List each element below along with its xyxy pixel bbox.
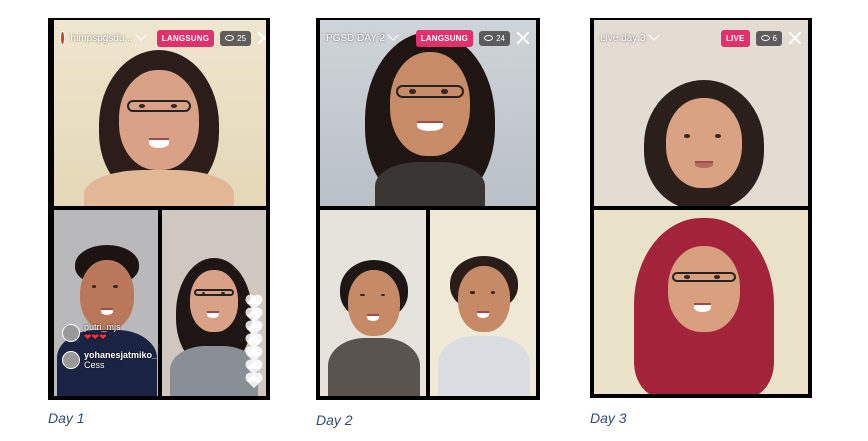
day2-guest2-video (430, 210, 536, 396)
chevron-down-icon[interactable] (647, 29, 660, 41)
viewer-count: 6 (755, 30, 782, 46)
day1-guest2-video (162, 210, 266, 396)
live-badge: LANGSUNG (415, 29, 474, 47)
day1-host-video: himpspgsdu... LANGSUNG 25 (54, 20, 266, 206)
day3-host-video: Live day 3 LIVE 6 (594, 20, 808, 206)
eye-icon (484, 35, 494, 41)
stream-title[interactable]: Live day 3 (600, 29, 660, 44)
day3-guest-video (594, 210, 808, 394)
eye-icon (760, 35, 770, 41)
day1-livestream-panel: himpspgsdu... LANGSUNG 25 putri_mjs ❤❤❤ (48, 18, 270, 400)
live-badge: LANGSUNG (156, 29, 215, 47)
viewer-count: 25 (220, 30, 252, 46)
day2-host-video: PGSD DAY 2 LANGSUNG 24 (320, 20, 536, 206)
chevron-down-icon[interactable] (135, 29, 147, 41)
eye-icon (225, 35, 235, 41)
stream-title[interactable]: PGSD DAY 2 (326, 29, 399, 44)
chevron-down-icon[interactable] (387, 29, 399, 41)
close-icon[interactable] (788, 31, 802, 45)
comment-text: ❤❤❤ (84, 332, 107, 342)
account-avatar[interactable] (60, 31, 65, 45)
commenter-avatar[interactable] (62, 323, 80, 342)
day2-caption: Day 2 (316, 412, 353, 428)
comment-username[interactable]: putri_mjs (84, 322, 121, 332)
account-name[interactable]: himpspgsdu... (71, 29, 147, 44)
day1-guest1-video: putri_mjs ❤❤❤ yohanesjatmiko_ Cess (54, 210, 158, 396)
day3-caption: Day 3 (590, 410, 627, 426)
reaction-hearts (246, 295, 262, 389)
heart-icon (246, 373, 262, 389)
comment-username[interactable]: yohanesjatmiko_ (84, 350, 157, 360)
day1-caption: Day 1 (48, 410, 85, 426)
comment-text: Cess (84, 360, 105, 370)
day3-livestream-panel: Live day 3 LIVE 6 (590, 18, 812, 398)
close-icon[interactable] (516, 31, 530, 45)
host-person (84, 50, 234, 206)
commenter-avatar[interactable] (62, 351, 80, 369)
viewer-count: 24 (479, 30, 510, 46)
close-icon[interactable] (257, 31, 260, 45)
day2-guest1-video (320, 210, 426, 396)
day2-livestream-panel: PGSD DAY 2 LANGSUNG 24 (316, 18, 540, 400)
live-badge: LIVE (720, 29, 750, 47)
